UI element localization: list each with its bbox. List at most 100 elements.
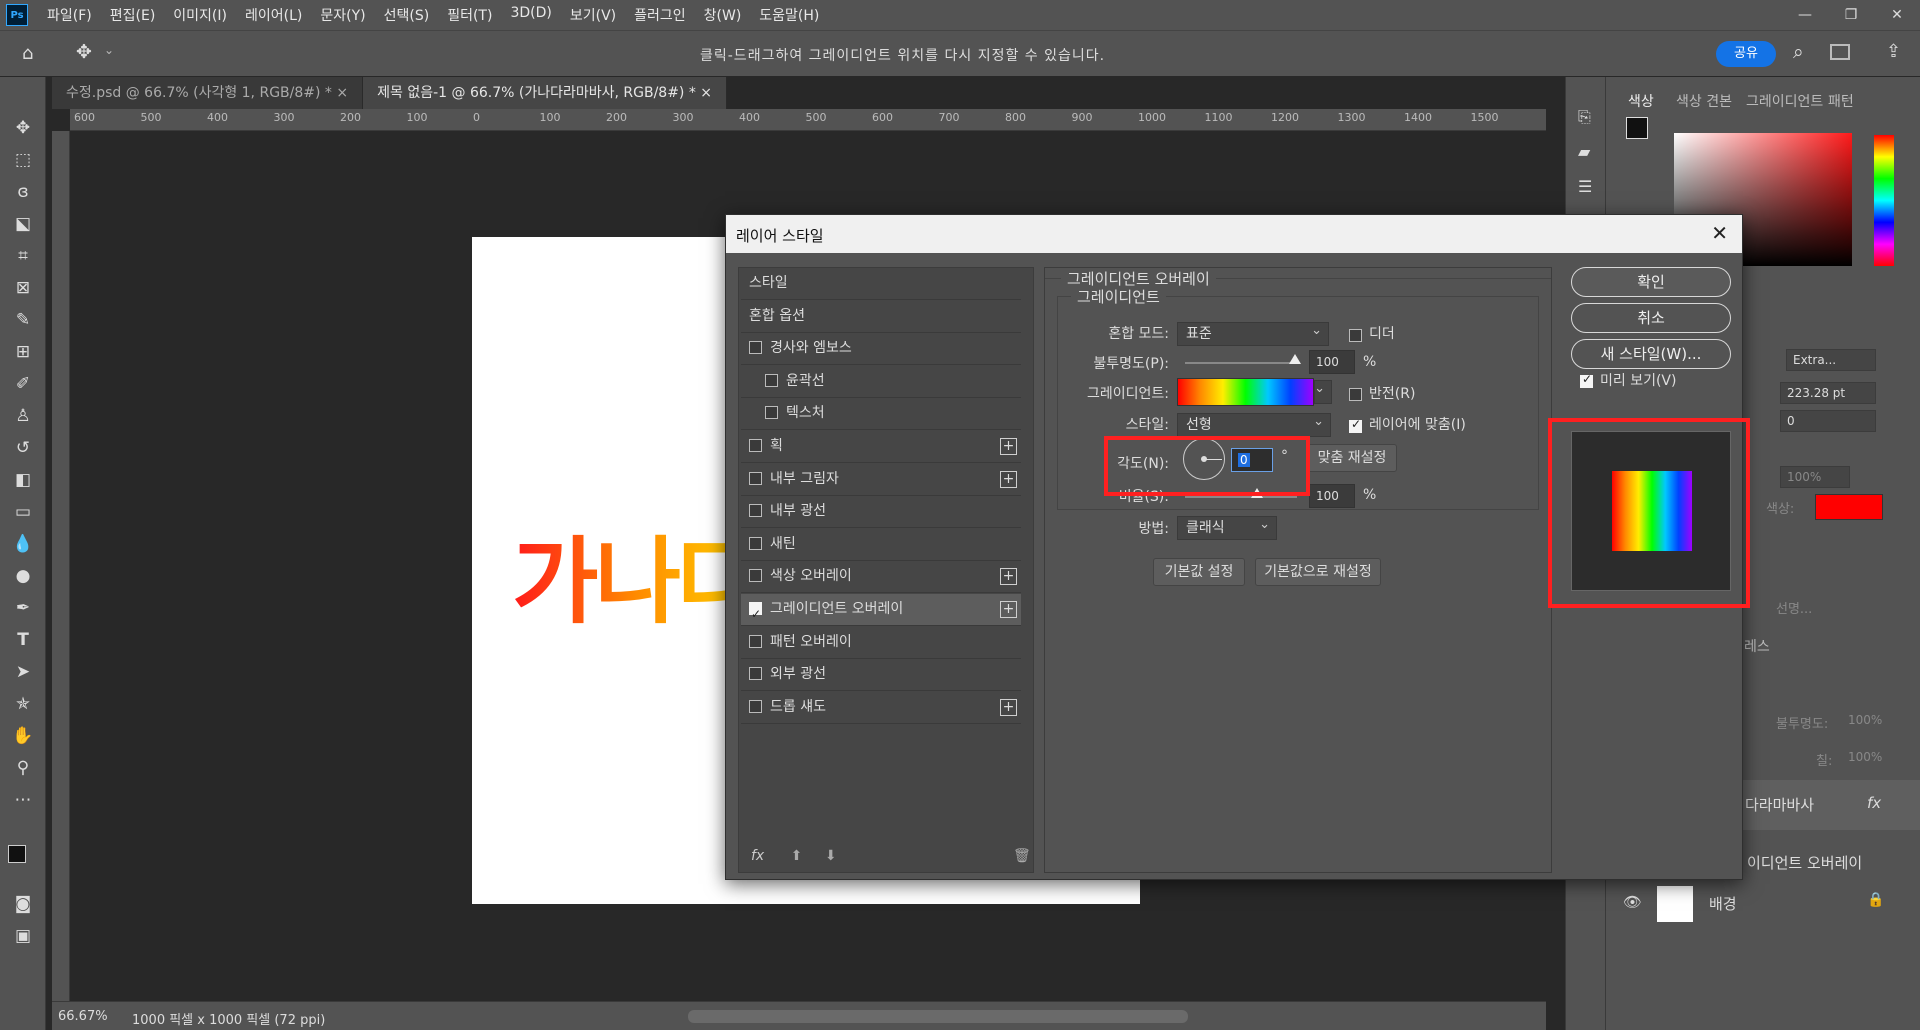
fx-icon[interactable]: fx bbox=[751, 848, 764, 864]
share-upload-icon[interactable]: ⇪ bbox=[1886, 41, 1901, 62]
tab-layers[interactable]: 레스 bbox=[1744, 636, 1770, 656]
layer-row-background[interactable]: 👁 배경 🔒 bbox=[1605, 880, 1920, 928]
opacity-input[interactable]: 100 bbox=[1309, 350, 1355, 374]
tab-swatches[interactable]: 색상 견본 bbox=[1676, 91, 1732, 111]
style-checkbox[interactable] bbox=[765, 406, 778, 420]
tab-color[interactable]: 색상 bbox=[1628, 91, 1654, 111]
gradient-dropdown[interactable] bbox=[1314, 378, 1332, 404]
style-item[interactable]: 스타일 bbox=[741, 268, 1021, 300]
horizontal-scrollbar[interactable] bbox=[688, 1010, 1188, 1023]
close-icon[interactable]: ✕ bbox=[1874, 0, 1920, 30]
eraser-tool-icon[interactable]: ◧ bbox=[11, 469, 35, 491]
ok-button[interactable]: 확인 bbox=[1571, 267, 1731, 297]
style-item[interactable]: 외부 광선 bbox=[741, 659, 1021, 692]
fx-icon[interactable]: fx bbox=[1867, 794, 1881, 812]
dodge-tool-icon[interactable]: ● bbox=[11, 565, 35, 587]
menu-item[interactable]: 레이어(L) bbox=[236, 5, 311, 25]
style-item[interactable]: 새틴 bbox=[741, 529, 1021, 561]
method-select[interactable]: 클래식 bbox=[1177, 514, 1277, 540]
tab-patterns[interactable]: 패턴 bbox=[1828, 91, 1854, 111]
preview-checkbox[interactable] bbox=[1580, 372, 1593, 388]
brush-tool-icon[interactable]: ✐ bbox=[11, 373, 35, 395]
zoom-level[interactable]: 66.67% bbox=[58, 1009, 108, 1024]
style-item[interactable]: 그레이디언트 오버레이 + bbox=[741, 594, 1021, 630]
cancel-button[interactable]: 취소 bbox=[1571, 303, 1731, 333]
frame-tool-icon[interactable]: ⊠ bbox=[11, 277, 35, 299]
style-item[interactable]: 내부 그림자 + bbox=[741, 464, 1021, 496]
style-item[interactable]: 텍스처 bbox=[741, 398, 1021, 431]
opacity-slider[interactable] bbox=[1185, 362, 1297, 364]
more-tools-icon[interactable]: ⋯ bbox=[11, 789, 35, 811]
adjustments-icon[interactable]: ☰ bbox=[1578, 177, 1592, 196]
menu-item[interactable]: 플러그인 bbox=[625, 5, 695, 25]
scale-field[interactable]: 100% bbox=[1780, 466, 1850, 488]
style-item[interactable]: 경사와 엠보스 bbox=[741, 333, 1021, 366]
style-item[interactable]: 드롭 섀도 + bbox=[741, 692, 1021, 724]
char-color-swatch[interactable] bbox=[1815, 494, 1883, 520]
stamp-tool-icon[interactable]: ♙ bbox=[11, 405, 35, 427]
move-up-icon[interactable]: ⬆ bbox=[791, 848, 803, 864]
gradient-picker[interactable] bbox=[1177, 378, 1314, 406]
style-item[interactable]: 획 + bbox=[741, 431, 1021, 463]
layer-fill-field[interactable]: 100% bbox=[1848, 750, 1882, 764]
style-item[interactable]: 패턴 오버레이 bbox=[741, 627, 1021, 659]
menu-item[interactable]: 창(W) bbox=[695, 5, 751, 25]
menu-item[interactable]: 3D(D) bbox=[501, 5, 560, 25]
move-tool-icon[interactable]: ✥ bbox=[11, 117, 35, 139]
opacity-slider-handle[interactable] bbox=[1289, 354, 1301, 364]
healing-brush-icon[interactable]: ⊞ bbox=[11, 341, 35, 363]
reverse-checkbox[interactable] bbox=[1349, 388, 1362, 401]
menu-item[interactable]: 선택(S) bbox=[375, 5, 439, 25]
style-item[interactable]: 윤곽선 bbox=[741, 366, 1021, 398]
dither-checkbox[interactable] bbox=[1349, 329, 1362, 342]
pen-tool-icon[interactable]: ✒ bbox=[11, 597, 35, 619]
align-with-layer-checkbox[interactable] bbox=[1349, 417, 1362, 433]
leading-field[interactable]: 223.28 pt bbox=[1780, 382, 1876, 404]
share-button[interactable]: 공유 bbox=[1716, 41, 1776, 67]
screen-mode-icon[interactable]: ▣ bbox=[11, 925, 35, 947]
style-item[interactable]: 내부 광선 bbox=[741, 496, 1021, 529]
blur-tool-icon[interactable]: 💧 bbox=[11, 533, 35, 555]
comments-icon[interactable]: ▰ bbox=[1578, 142, 1590, 161]
reset-to-default-button[interactable]: 기본값으로 재설정 bbox=[1255, 558, 1381, 586]
scale-input[interactable]: 100 bbox=[1309, 484, 1355, 508]
shape-tool-icon[interactable]: ✯ bbox=[11, 693, 35, 715]
move-down-icon[interactable]: ⬇ bbox=[825, 848, 837, 864]
home-icon[interactable]: ⌂ bbox=[22, 43, 33, 64]
history-panel-icon[interactable]: ⎘ bbox=[1578, 107, 1591, 127]
blend-mode-select[interactable]: 표준 bbox=[1177, 320, 1329, 346]
add-style-icon[interactable]: + bbox=[1000, 698, 1017, 716]
lasso-tool-icon[interactable]: ɞ bbox=[11, 181, 35, 203]
style-checkbox[interactable] bbox=[749, 341, 762, 355]
close-icon[interactable]: ✕ bbox=[1711, 221, 1728, 245]
add-style-icon[interactable]: + bbox=[1000, 470, 1017, 488]
add-style-icon[interactable]: + bbox=[1000, 601, 1017, 618]
quick-mask-icon[interactable]: ◙ bbox=[11, 893, 35, 915]
layer-opacity-field[interactable]: 100% bbox=[1848, 713, 1882, 727]
make-default-button[interactable]: 기본값 설정 bbox=[1153, 558, 1245, 586]
style-checkbox[interactable] bbox=[749, 699, 762, 713]
menu-item[interactable]: 도움말(H) bbox=[750, 5, 828, 25]
foreground-color[interactable] bbox=[1626, 117, 1648, 139]
tracking-field[interactable]: 0 bbox=[1780, 410, 1876, 432]
reset-alignment-button[interactable]: 맞춤 재설정 bbox=[1307, 444, 1397, 472]
style-checkbox[interactable] bbox=[765, 373, 778, 387]
trash-icon[interactable]: 🗑 bbox=[1013, 848, 1031, 864]
menu-item[interactable]: 문자(Y) bbox=[311, 5, 374, 25]
object-select-icon[interactable]: ⬕ bbox=[11, 213, 35, 235]
menu-item[interactable]: 파일(F) bbox=[38, 5, 101, 25]
style-checkbox[interactable] bbox=[749, 504, 762, 518]
search-icon[interactable]: ⌕ bbox=[1793, 41, 1804, 63]
history-brush-icon[interactable]: ↺ bbox=[11, 437, 35, 459]
minimize-icon[interactable]: — bbox=[1782, 0, 1828, 30]
style-item[interactable]: 혼합 옵션 bbox=[741, 301, 1021, 333]
scale-slider[interactable] bbox=[1185, 496, 1297, 498]
style-checkbox[interactable] bbox=[749, 471, 762, 485]
style-checkbox[interactable] bbox=[749, 634, 762, 648]
menu-item[interactable]: 이미지(I) bbox=[164, 5, 236, 25]
close-tab-icon[interactable]: × bbox=[336, 85, 348, 101]
close-tab-icon[interactable]: × bbox=[700, 85, 712, 101]
style-item[interactable]: 색상 오버레이 + bbox=[741, 561, 1021, 594]
tab-gradients[interactable]: 그레이디언트 bbox=[1746, 91, 1823, 111]
restore-icon[interactable]: ❐ bbox=[1828, 0, 1874, 30]
